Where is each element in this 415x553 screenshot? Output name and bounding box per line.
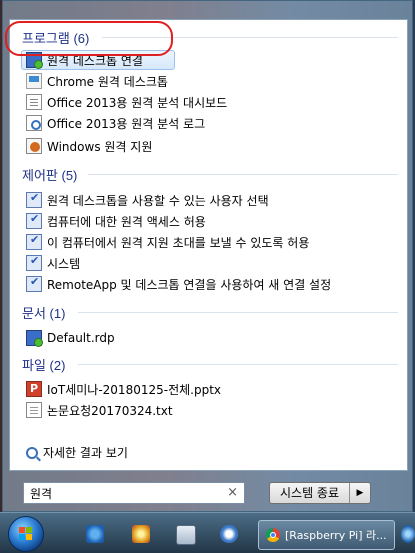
shutdown-button-group: 시스템 종료 ▶: [269, 482, 371, 504]
control-panel-item-allow-invitations[interactable]: 이 컴퓨터에서 원격 지원 초대를 보낼 수 있도록 허용: [26, 232, 309, 252]
start-button[interactable]: [8, 516, 44, 552]
category-control-panel-header[interactable]: 제어판 (5): [22, 165, 77, 184]
program-item-label: Windows 원격 지원: [47, 139, 153, 154]
category-divider: [78, 312, 398, 313]
shutdown-button[interactable]: 시스템 종료: [270, 483, 350, 503]
document-item-label: Default.rdp: [47, 331, 115, 345]
program-item-telemetry-log[interactable]: Office 2013용 원격 분석 로그: [26, 113, 205, 133]
see-more-results-link[interactable]: 자세한 결과 보기: [26, 444, 128, 461]
windows-logo-icon: [19, 527, 33, 541]
paint-icon[interactable]: [132, 525, 150, 543]
search-results-panel: 프로그램 (6) 원격 데스크톱 연결 Chrome 원격 데스크톱 Offic…: [9, 19, 408, 471]
telemetry-dashboard-icon: [26, 94, 42, 110]
search-input[interactable]: 원격 ×: [23, 482, 245, 504]
file-item-pptx[interactable]: IoT세미나-20180125-전체.pptx: [26, 379, 221, 399]
program-item-label: Office 2013용 원격 분석 로그: [47, 116, 206, 131]
control-panel-item-remoteapp[interactable]: RemoteApp 및 데스크톱 연결을 사용하여 새 연결 설정: [26, 274, 331, 294]
search-icon: [26, 446, 38, 459]
taskbar-window-raspberry-pi[interactable]: [Raspberry Pi] 라...: [258, 520, 395, 550]
file-item-label: IoT세미나-20180125-전체.pptx: [47, 382, 222, 397]
remote-desktop-taskbar-icon[interactable]: [220, 525, 238, 543]
category-files-header[interactable]: 파일 (2): [22, 355, 65, 374]
category-documents-header[interactable]: 문서 (1): [22, 303, 65, 322]
start-menu: 프로그램 (6) 원격 데스크톱 연결 Chrome 원격 데스크톱 Offic…: [2, 0, 413, 512]
taskbar: [Raspberry Pi] 라...: [0, 512, 415, 553]
document-item-default-rdp[interactable]: Default.rdp: [26, 328, 115, 348]
control-panel-item-label: 원격 데스크톱을 사용할 수 있는 사용자 선택: [47, 193, 269, 208]
chrome-icon: [266, 528, 280, 542]
file-item-txt[interactable]: 논문요청20170324.txt: [26, 400, 173, 420]
control-panel-item-allow-remote-access[interactable]: 컴퓨터에 대한 원격 액세스 허용: [26, 211, 206, 231]
file-item-label: 논문요청20170324.txt: [47, 403, 173, 418]
telemetry-log-icon: [26, 115, 42, 131]
category-divider: [88, 174, 398, 175]
remote-assistance-icon: [26, 138, 42, 154]
program-item-chrome-remote-desktop[interactable]: Chrome 원격 데스크톱: [26, 71, 168, 91]
program-item-remote-assistance[interactable]: Windows 원격 지원: [26, 136, 152, 156]
clear-search-icon[interactable]: ×: [227, 485, 238, 500]
chrome-remote-desktop-icon: [26, 73, 42, 89]
calculator-icon[interactable]: [176, 525, 196, 545]
search-input-value: 원격: [30, 486, 53, 501]
program-item-label: Office 2013용 원격 분석 대시보드: [47, 95, 228, 110]
category-divider: [78, 364, 398, 365]
taskbar-window-title: [Raspberry Pi] 라...: [285, 529, 387, 542]
control-panel-item-label: RemoteApp 및 데스크톱 연결을 사용하여 새 연결 설정: [47, 277, 332, 292]
rdp-file-icon: [26, 330, 43, 347]
internet-explorer-icon[interactable]: [86, 525, 104, 543]
control-panel-item-select-users[interactable]: 원격 데스크톱을 사용할 수 있는 사용자 선택: [26, 190, 269, 210]
text-file-icon: [26, 402, 42, 418]
control-panel-icon: [26, 233, 42, 250]
control-panel-item-label: 이 컴퓨터에서 원격 지원 초대를 보낼 수 있도록 허용: [47, 235, 310, 250]
control-panel-item-label: 컴퓨터에 대한 원격 액세스 허용: [47, 214, 206, 229]
annotation-red-circle: [5, 21, 173, 56]
see-more-label: 자세한 결과 보기: [43, 446, 128, 460]
control-panel-icon: [26, 254, 42, 271]
control-panel-icon: [26, 212, 42, 229]
control-panel-item-label: 시스템: [47, 256, 81, 271]
control-panel-icon: [26, 275, 42, 292]
program-item-label: Chrome 원격 데스크톱: [47, 74, 168, 89]
control-panel-item-system[interactable]: 시스템: [26, 253, 80, 273]
shutdown-options-arrow-icon[interactable]: ▶: [350, 488, 370, 498]
taskbar-app-icon[interactable]: [401, 525, 415, 543]
control-panel-icon: [26, 191, 42, 208]
powerpoint-file-icon: [26, 381, 42, 397]
program-item-telemetry-dashboard[interactable]: Office 2013용 원격 분석 대시보드: [26, 92, 227, 112]
